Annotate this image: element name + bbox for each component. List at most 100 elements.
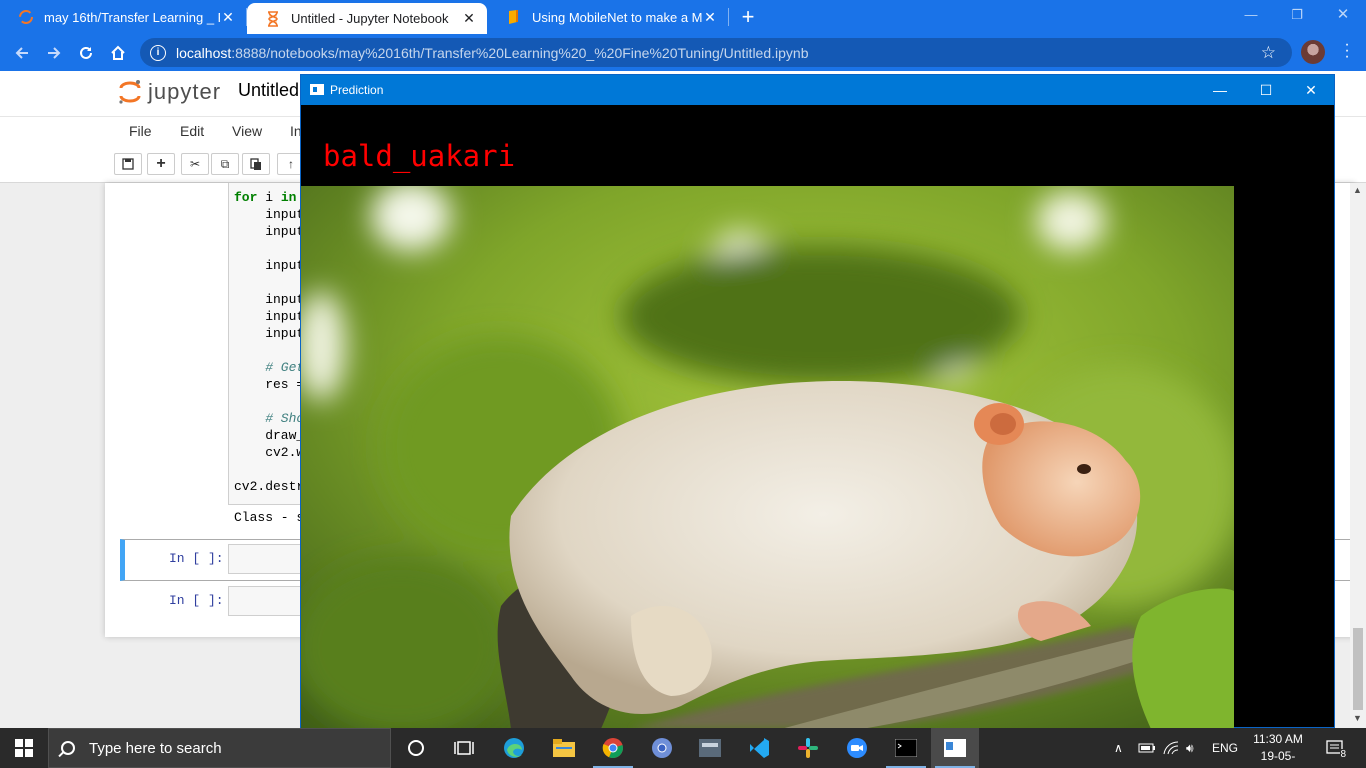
taskbar-search[interactable]: Type here to search: [48, 728, 391, 768]
code-line: input: [234, 224, 305, 239]
battery-icon[interactable]: [1138, 728, 1156, 768]
code-line: input: [234, 207, 305, 222]
prediction-window: Prediction — ☐ ✕ bald_uakari: [300, 74, 1335, 729]
close-tab-icon[interactable]: ✕: [461, 10, 477, 27]
tab-title: Untitled - Jupyter Notebook: [291, 11, 449, 26]
empty-cell-input[interactable]: [228, 544, 308, 574]
empty-cell-input[interactable]: [228, 586, 308, 616]
notebook-title[interactable]: Untitled: [238, 80, 299, 101]
slack-icon[interactable]: [784, 728, 832, 768]
windows-taskbar: Type here to search ∧ 🔊︎ ENG 11:30 AM 19…: [0, 728, 1366, 768]
wifi-icon[interactable]: [1163, 728, 1179, 768]
scroll-up-icon[interactable]: ▲: [1353, 185, 1362, 195]
home-icon[interactable]: [102, 37, 134, 69]
book-icon: [506, 9, 522, 25]
cell-output: Class - s: [234, 510, 305, 525]
jupyter-logo[interactable]: jupyter: [118, 79, 221, 105]
prediction-window-taskbar-icon[interactable]: [931, 728, 979, 768]
code-line: res =: [234, 377, 305, 392]
scrollbar-thumb[interactable]: [1353, 628, 1363, 710]
new-tab-button[interactable]: +: [736, 4, 760, 30]
command-prompt-icon[interactable]: [882, 728, 930, 768]
vscode-icon[interactable]: [735, 728, 783, 768]
tab-untitled-notebook[interactable]: Untitled - Jupyter Notebook ✕: [247, 3, 487, 34]
scroll-down-icon[interactable]: ▼: [1353, 713, 1362, 723]
cut-icon[interactable]: ✂: [181, 153, 209, 175]
prediction-label: bald_uakari: [323, 139, 516, 173]
language-indicator[interactable]: ENG: [1212, 728, 1238, 768]
windows-start-icon[interactable]: [0, 728, 48, 768]
search-icon: [61, 741, 75, 755]
url-host: localhost: [176, 44, 232, 61]
close-window-icon[interactable]: ✕: [1320, 0, 1366, 30]
code-comment: # Sho: [234, 411, 305, 426]
address-bar[interactable]: i localhost:8888/notebooks/may%2016th/Tr…: [140, 38, 1292, 67]
back-arrow-icon[interactable]: [6, 37, 38, 69]
tab-mobilenet-article[interactable]: Using MobileNet to make a Monkey Breed C…: [488, 0, 728, 34]
system-clock[interactable]: 11:30 AM 19-05-2020: [1248, 731, 1308, 768]
chrome-icon[interactable]: [589, 728, 637, 768]
minimize-icon[interactable]: —: [1197, 75, 1243, 105]
paste-icon[interactable]: [242, 153, 270, 175]
minimize-icon[interactable]: —: [1228, 0, 1274, 30]
code-line: for i in: [234, 190, 297, 205]
url-path: :8888/notebooks/may%2016th/Transfer%20Le…: [231, 44, 809, 61]
browser-tab-strip: may 16th/Transfer Learning _ Fine Tuning…: [0, 0, 1366, 34]
search-placeholder: Type here to search: [89, 739, 222, 757]
notifications-icon[interactable]: 8: [1322, 728, 1348, 768]
save-icon[interactable]: [114, 153, 142, 175]
forward-arrow-icon[interactable]: [38, 37, 70, 69]
input-prompt: In [ ]:: [169, 551, 224, 566]
edge-icon[interactable]: [490, 728, 538, 768]
monkey-photo: [301, 186, 1234, 729]
task-view-icon[interactable]: [440, 728, 488, 768]
menu-edit[interactable]: Edit: [180, 123, 204, 139]
input-prompt: In [ ]:: [169, 593, 224, 608]
code-line: input: [234, 258, 305, 273]
tab-title: may 16th/Transfer Learning _ Fine Tuning…: [44, 9, 220, 25]
code-line: draw_: [234, 428, 305, 443]
close-tab-icon[interactable]: ✕: [702, 9, 718, 26]
show-hidden-icons[interactable]: ∧: [1114, 728, 1123, 768]
window-app-icon: [310, 84, 324, 95]
menu-view[interactable]: View: [232, 123, 262, 139]
jupyter-wordmark: jupyter: [148, 79, 222, 104]
volume-icon[interactable]: 🔊︎: [1186, 728, 1194, 768]
close-window-icon[interactable]: ✕: [1288, 75, 1334, 105]
jupyter-favicon-icon: [18, 9, 34, 25]
restore-icon[interactable]: ❐: [1274, 0, 1320, 30]
bookmark-star-icon[interactable]: ☆: [1261, 43, 1276, 63]
profile-avatar[interactable]: [1301, 40, 1325, 64]
prediction-titlebar[interactable]: Prediction — ☐ ✕: [301, 75, 1334, 105]
tab-folder[interactable]: may 16th/Transfer Learning _ Fine Tuning…: [0, 0, 246, 34]
code-line: cv2.destr: [234, 479, 305, 494]
browser-toolbar: i localhost:8888/notebooks/may%2016th/Tr…: [0, 34, 1366, 71]
tab-divider: [728, 8, 729, 26]
cortana-icon[interactable]: [392, 728, 440, 768]
add-cell-icon[interactable]: +: [147, 153, 175, 175]
code-line: input: [234, 292, 305, 307]
page-scrollbar[interactable]: ▲ ▼: [1350, 183, 1366, 728]
code-line: input: [234, 326, 305, 341]
zoom-icon[interactable]: [833, 728, 881, 768]
chrome-profile-icon[interactable]: [638, 728, 686, 768]
maximize-icon[interactable]: ☐: [1243, 75, 1289, 105]
hourglass-icon: [265, 10, 281, 27]
tab-title: Using MobileNet to make a Monkey Breed C…: [532, 9, 702, 25]
clock-date: 19-05-2020: [1260, 749, 1296, 768]
copy-icon[interactable]: ⧉: [211, 153, 239, 175]
window-title: Prediction: [330, 83, 384, 97]
code-comment: # Get: [234, 360, 305, 375]
close-tab-icon[interactable]: ✕: [220, 9, 236, 26]
clock-time: 11:30 AM: [1253, 732, 1303, 746]
code-line: input: [234, 309, 305, 324]
app-window-icon[interactable]: [686, 728, 734, 768]
site-info-icon[interactable]: i: [150, 44, 166, 61]
menu-file[interactable]: File: [129, 123, 152, 139]
menu-dots-icon[interactable]: · · ·: [1342, 37, 1352, 65]
notification-count: 8: [1340, 749, 1346, 760]
jupyter-mark-icon: [118, 79, 142, 105]
file-explorer-icon[interactable]: [540, 728, 588, 768]
reload-icon[interactable]: [70, 37, 102, 69]
code-line: cv2.w: [234, 445, 305, 460]
